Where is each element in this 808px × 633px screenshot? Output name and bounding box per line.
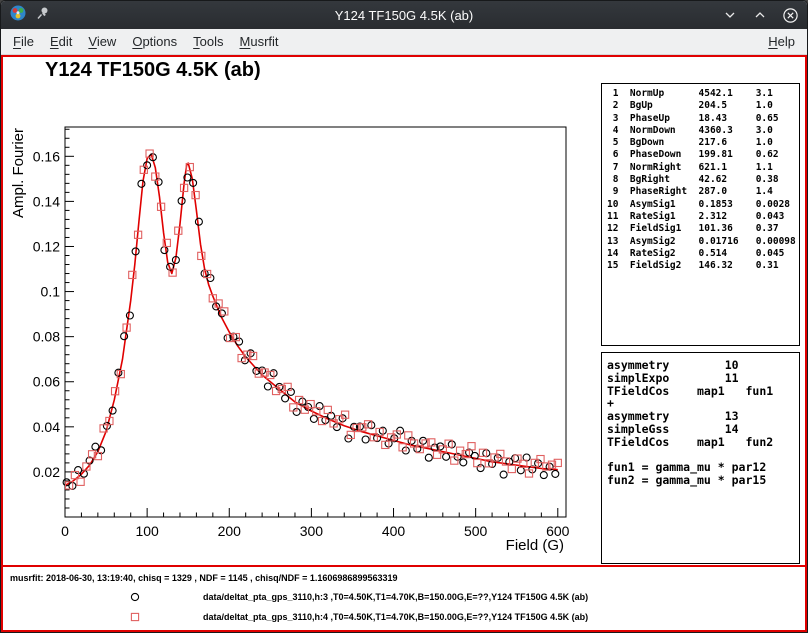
series-circle-markers	[63, 154, 559, 490]
parameter-box[interactable]: 1 NormUp 4542.1 3.1 2 BgUp 204.5 1.0 3 P…	[601, 83, 800, 346]
series-square-markers	[66, 150, 562, 489]
svg-text:100: 100	[135, 523, 159, 539]
svg-text:0.12: 0.12	[33, 238, 60, 254]
svg-text:0: 0	[61, 523, 69, 539]
fit-curve	[65, 154, 558, 485]
menu-view[interactable]: View	[80, 30, 124, 53]
fourier-plot[interactable]: 01002003004005006000.020.040.060.080.10.…	[3, 57, 597, 563]
y-axis-title: Ampl. Fourier	[10, 128, 27, 218]
svg-text:0.14: 0.14	[33, 193, 60, 209]
titlebar[interactable]: Y124 TF150G 4.5K (ab)	[1, 1, 807, 29]
svg-text:0.04: 0.04	[33, 419, 60, 435]
root-canvas: Y124 TF150G 4.5K (ab) 010020030040050060…	[1, 55, 807, 632]
menu-musrfit[interactable]: Musrfit	[232, 30, 287, 53]
legend-row-histo3: data/deltat_pta_gps_3110,h:3 ,T0=4.50K,T…	[3, 590, 805, 604]
legend-label-histo3: data/deltat_pta_gps_3110,h:3 ,T0=4.50K,T…	[203, 592, 588, 602]
app-icon[interactable]	[9, 4, 27, 27]
menu-options[interactable]: Options	[124, 30, 185, 53]
legend-square-marker	[129, 610, 141, 628]
svg-text:0.02: 0.02	[33, 464, 60, 480]
theory-box[interactable]: asymmetry 10 simplExpo 11 TFieldCos map1…	[601, 352, 800, 564]
pin-icon[interactable]	[35, 5, 51, 26]
svg-text:300: 300	[300, 523, 324, 539]
svg-text:0.1: 0.1	[41, 284, 61, 300]
legend-label-histo4: data/deltat_pta_gps_3110,h:4 ,T0=4.50K,T…	[203, 612, 588, 622]
window-title: Y124 TF150G 4.5K (ab)	[1, 8, 807, 23]
footer-pad: musrfit: 2018-06-30, 13:19:40, chisq = 1…	[3, 565, 805, 630]
menu-tools[interactable]: Tools	[185, 30, 231, 53]
svg-text:0.08: 0.08	[33, 329, 60, 345]
svg-text:200: 200	[218, 523, 242, 539]
minimize-button[interactable]	[721, 6, 739, 24]
menu-file[interactable]: File	[5, 30, 42, 53]
app-window: Y124 TF150G 4.5K (ab) File Edit View Opt…	[0, 0, 808, 633]
svg-text:500: 500	[464, 523, 488, 539]
svg-text:0.16: 0.16	[33, 148, 60, 164]
close-button[interactable]	[781, 6, 799, 24]
svg-text:0.06: 0.06	[33, 374, 60, 390]
svg-text:400: 400	[382, 523, 406, 539]
legend-circle-marker	[129, 590, 141, 608]
fit-status: musrfit: 2018-06-30, 13:19:40, chisq = 1…	[10, 573, 397, 583]
axis-labels: 01002003004005006000.020.040.060.080.10.…	[10, 128, 570, 554]
menu-edit[interactable]: Edit	[42, 30, 80, 53]
maximize-button[interactable]	[751, 6, 769, 24]
legend-row-histo4: data/deltat_pta_gps_3110,h:4 ,T0=4.50K,T…	[3, 610, 805, 624]
x-axis-title: Field (G)	[506, 537, 564, 554]
menu-help[interactable]: Help	[760, 30, 803, 53]
menubar: File Edit View Options Tools Musrfit Hel…	[1, 29, 807, 55]
